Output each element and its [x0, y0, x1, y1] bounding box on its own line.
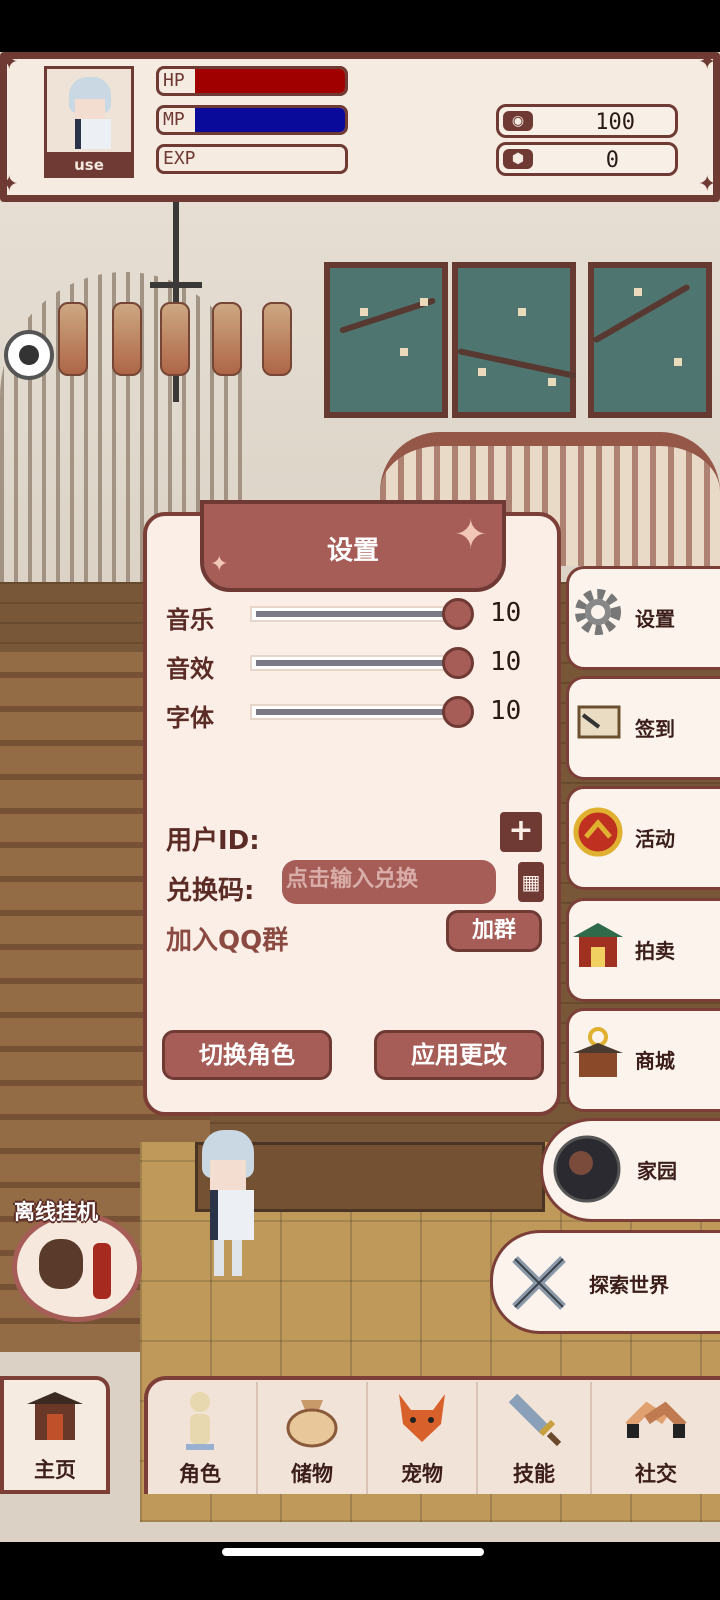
music-slider[interactable]: [250, 606, 470, 622]
crossed-swords-icon: [507, 1251, 571, 1319]
menu-settings-label: 设置: [635, 607, 675, 631]
system-home-indicator[interactable]: [222, 1548, 484, 1556]
offline-idle-label: 离线挂机: [14, 1200, 98, 1224]
redeem-code-label: 兑换码:: [166, 876, 255, 906]
font-slider-fill: [256, 709, 452, 715]
nav-character[interactable]: 角色: [144, 1382, 258, 1494]
player-character[interactable]: [196, 1130, 260, 1280]
mp-fill: [195, 108, 345, 132]
font-value: 10: [490, 696, 522, 726]
music-value: 10: [490, 598, 522, 628]
sfx-slider-fill: [256, 660, 452, 666]
font-slider[interactable]: [250, 704, 470, 720]
menu-homeland[interactable]: 家园: [540, 1118, 720, 1222]
join-group-button[interactable]: 加群: [446, 910, 542, 952]
music-slider-knob[interactable]: [442, 598, 474, 630]
hp-bar: HP: [156, 66, 348, 96]
hp-fill: [195, 69, 345, 93]
copy-icon[interactable]: +: [500, 812, 542, 852]
redeem-code-input[interactable]: 点击输入兑换: [282, 860, 496, 904]
sparkle-icon: ✦: [698, 172, 717, 197]
nav-social-label: 社交: [635, 1462, 677, 1486]
scroll-icon: [569, 693, 627, 751]
sparkle-icon: ✦: [698, 50, 717, 75]
music-slider-fill: [256, 611, 452, 617]
sfx-label: 音效: [166, 655, 214, 683]
exp-label: EXP: [163, 148, 196, 169]
font-label: 字体: [166, 704, 214, 732]
nav-social[interactable]: 社交: [592, 1382, 720, 1494]
sparkle-icon: ✦: [0, 50, 19, 75]
sfx-slider-knob[interactable]: [442, 647, 474, 679]
menu-homeland-label: 家园: [637, 1159, 677, 1183]
coin-value: 100: [595, 110, 635, 135]
nav-storage-label: 储物: [291, 1462, 333, 1486]
explore-world-button[interactable]: 探索世界: [490, 1230, 720, 1334]
user-id-label: 用户ID:: [166, 826, 260, 856]
handshake-icon: [625, 1390, 687, 1450]
mp-bar: MP: [156, 105, 348, 135]
qq-group-label: 加入QQ群: [166, 926, 289, 956]
gem-icon: ⬢: [503, 149, 533, 169]
auction-house-icon: [569, 915, 627, 973]
nav-skills-label: 技能: [513, 1462, 555, 1486]
music-label: 音乐: [166, 606, 214, 634]
shop-icon: [569, 1025, 627, 1083]
pagoda-icon: [25, 1388, 85, 1448]
event-icon: [569, 803, 627, 861]
nav-pet-label: 宠物: [401, 1462, 443, 1486]
view-toggle-button[interactable]: [4, 330, 54, 380]
avatar-name: use: [44, 152, 134, 178]
nav-home[interactable]: 主页: [0, 1376, 110, 1494]
menu-auction[interactable]: 拍卖: [566, 898, 720, 1002]
fox-icon: [391, 1390, 453, 1452]
nav-home-label: 主页: [34, 1458, 76, 1482]
explore-world-label: 探索世界: [589, 1273, 669, 1297]
hp-label: HP: [163, 70, 185, 91]
settings-title: 设置: [326, 536, 379, 566]
menu-auction-label: 拍卖: [635, 939, 675, 963]
gear-icon: [569, 583, 627, 641]
nav-storage[interactable]: 储物: [258, 1382, 368, 1494]
sword-icon: [505, 1390, 563, 1452]
offline-idle-button[interactable]: [12, 1212, 142, 1322]
menu-events-label: 活动: [635, 827, 675, 851]
exp-bar: EXP: [156, 144, 348, 174]
switch-role-button[interactable]: 切换角色: [162, 1030, 332, 1080]
mp-label: MP: [163, 109, 185, 130]
gift-icon[interactable]: ▦: [518, 862, 544, 902]
sfx-value: 10: [490, 647, 522, 677]
menu-events[interactable]: 活动: [566, 786, 720, 890]
menu-shop[interactable]: 商城: [566, 1008, 720, 1112]
menu-checkin[interactable]: 签到: [566, 676, 720, 780]
bag-icon: [285, 1390, 339, 1452]
menu-settings[interactable]: 设置: [566, 566, 720, 670]
gem-counter: ⬢ 0: [496, 142, 678, 176]
menu-checkin-label: 签到: [635, 717, 675, 741]
nav-pet[interactable]: 宠物: [368, 1382, 478, 1494]
character-icon: [180, 1390, 220, 1456]
sparkle-icon: ✦: [0, 172, 19, 197]
nav-skills[interactable]: 技能: [478, 1382, 592, 1494]
sfx-slider[interactable]: [250, 655, 470, 671]
font-slider-knob[interactable]: [442, 696, 474, 728]
coin-counter: ◉ 100: [496, 104, 678, 138]
nav-character-label: 角色: [179, 1462, 221, 1486]
apply-changes-button[interactable]: 应用更改: [374, 1030, 544, 1080]
gem-value: 0: [605, 148, 619, 173]
menu-shop-label: 商城: [635, 1049, 675, 1073]
home-orb-icon: [551, 1133, 621, 1203]
coin-icon: ◉: [503, 111, 533, 131]
